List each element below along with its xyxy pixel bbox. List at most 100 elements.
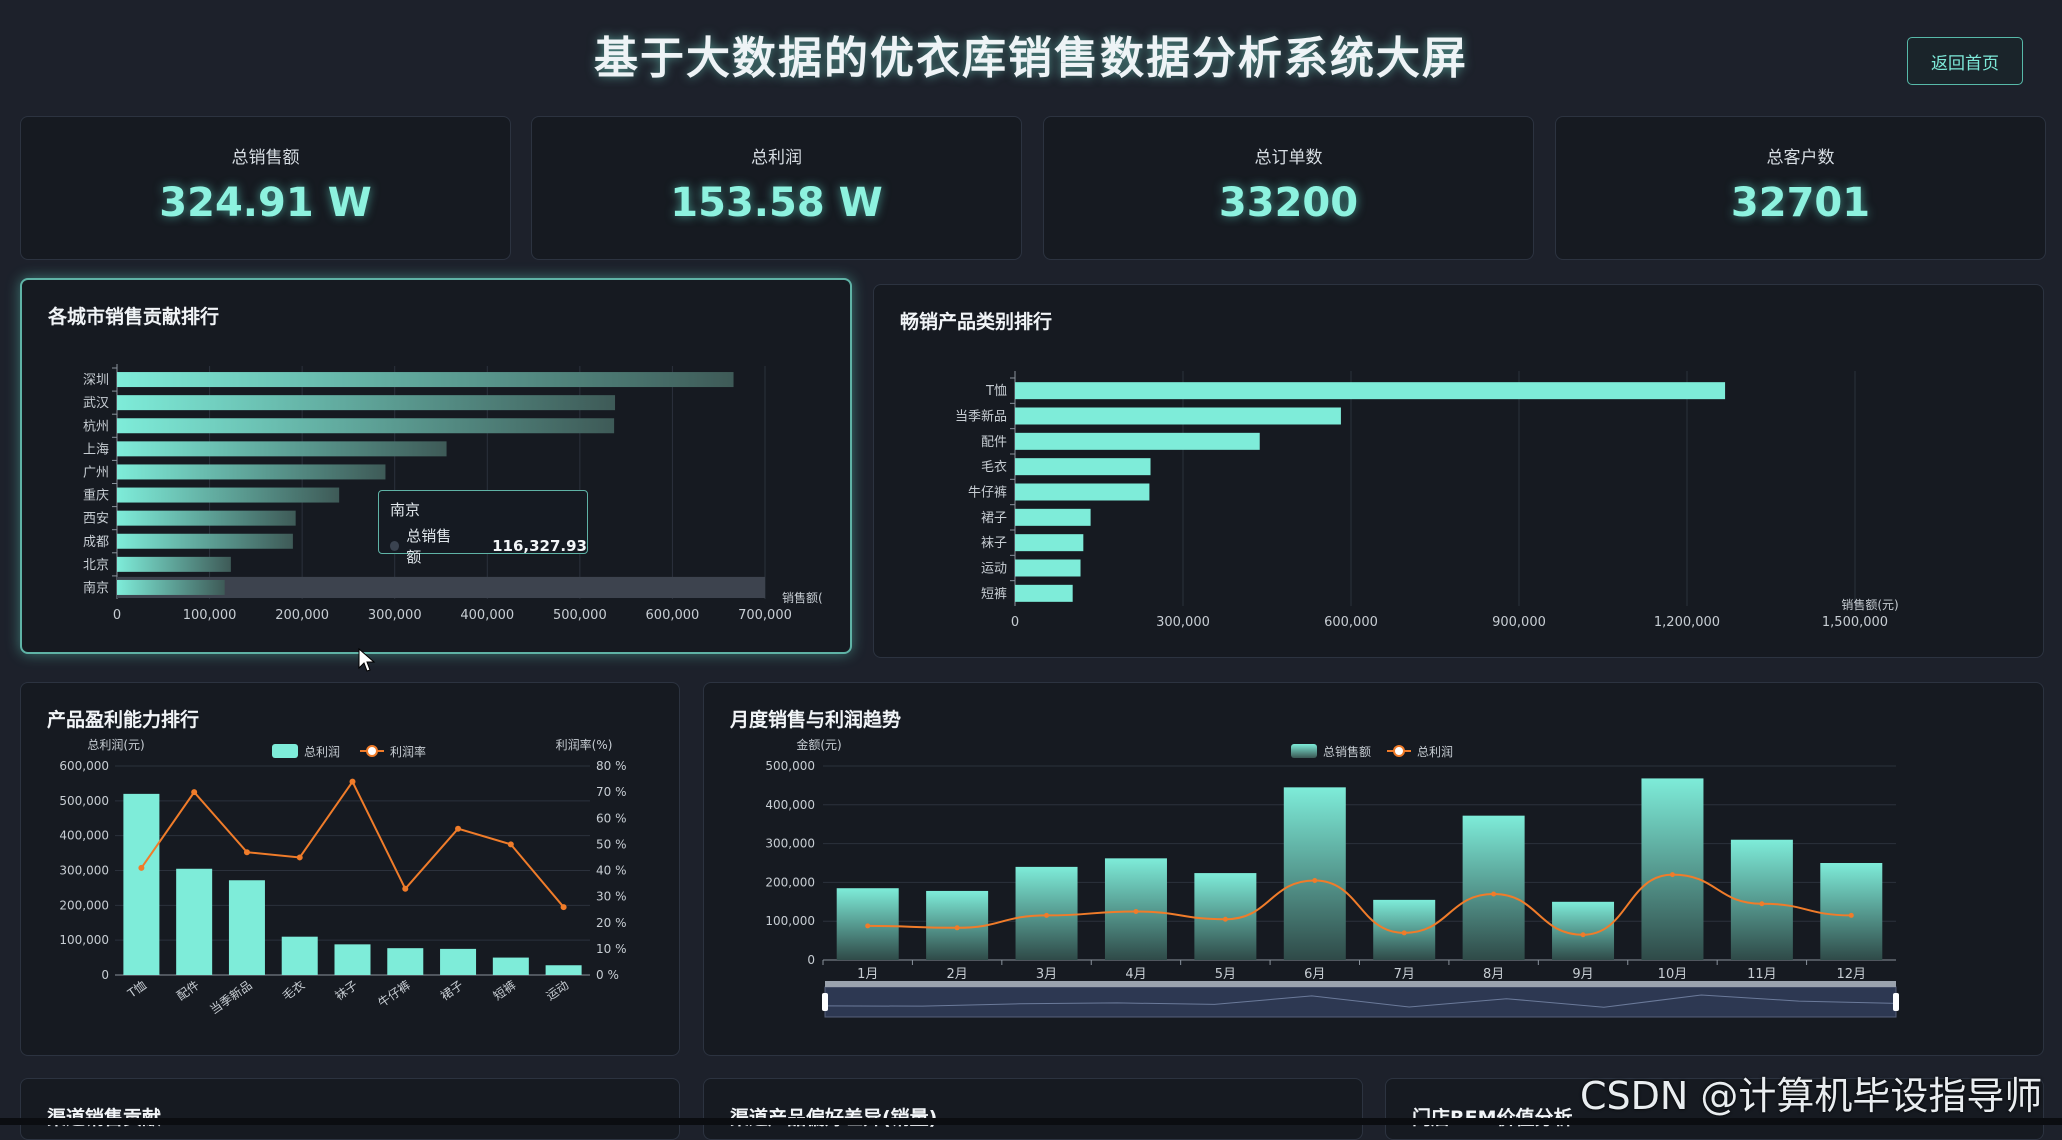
kpi-card-total-customers: 总客户数 32701: [1555, 116, 2046, 260]
profit-line: [867, 873, 1852, 936]
kpi-label: 总利润: [751, 148, 802, 168]
city-sales-chart[interactable]: 0 100,000 200,000 300,000 400,000 500,000 600,…: [20, 278, 848, 650]
y-tick-label: 配件: [981, 435, 1007, 450]
x-tick-label: T恤: [124, 978, 149, 1001]
y-tick-label: 600,000: [59, 759, 109, 773]
kpi-card-total-orders: 总订单数 33200: [1043, 116, 1534, 260]
y-tick-label: 杭州: [83, 419, 109, 434]
bar: [1283, 787, 1346, 960]
back-home-button[interactable]: 返回首页: [1907, 37, 2023, 85]
bar: [1015, 407, 1341, 425]
x-tick-label: 1月: [857, 967, 878, 982]
monthly-trend-chart[interactable]: 金额(元) 总销售额 总利润 500,000 400,000 300,000 200,000…: [703, 682, 2042, 1054]
zoom-slider-bar: [825, 981, 1896, 987]
y-tick-label: T恤: [985, 384, 1007, 399]
bar: [117, 487, 340, 503]
bar: [1820, 863, 1883, 960]
product-profit-chart[interactable]: 总利润(元) 利润率(%) 总利润 利润率 600,000 500,000 400,000 3…: [20, 682, 678, 1054]
bar: [123, 793, 160, 975]
bar: [228, 880, 265, 975]
x-tick-label: 200,000: [275, 608, 329, 623]
y-tick-label: 100,000: [765, 914, 815, 928]
y-tick-label-right: 0 %: [596, 968, 619, 982]
bar: [117, 579, 225, 595]
y-tick-label: 裙子: [981, 511, 1007, 526]
watermark: CSDN @计算机毕设指导师: [1580, 1074, 2043, 1118]
legend-marker: [366, 745, 378, 757]
zoom-handle-left[interactable]: [822, 993, 828, 1011]
x-tick-label: 300,000: [368, 608, 422, 623]
y-tick-label: 毛衣: [981, 459, 1007, 475]
kpi-value: 33200: [1218, 180, 1359, 226]
x-tick-label: 1,200,000: [1654, 615, 1720, 630]
line-point: [1222, 916, 1228, 922]
bar: [117, 441, 447, 457]
legend-label: 利润率: [390, 744, 426, 759]
y-tick-label-right: 30 %: [596, 890, 627, 904]
x-axis-label: 销售额(元): [1841, 597, 1898, 612]
y-tick-label: 广州: [83, 465, 109, 480]
category-sales-chart[interactable]: 0 300,000 600,000 900,000 1,200,000 1,500,000…: [873, 284, 2042, 656]
bar: [334, 944, 371, 975]
y-tick-label: 西安: [83, 512, 109, 527]
zoom-handle-right[interactable]: [1893, 993, 1899, 1011]
mouse-cursor-icon: [358, 648, 376, 672]
x-tick-label: 3月: [1036, 967, 1057, 982]
line-point: [954, 925, 960, 931]
panel-title: 渠道产品偏好差异(销量): [730, 1103, 937, 1130]
line-point: [1044, 912, 1050, 918]
bar: [117, 510, 296, 526]
bar: [545, 965, 582, 975]
line-point: [507, 841, 514, 848]
y-tick-label-right: 10 %: [596, 942, 627, 956]
bar: [1015, 559, 1081, 577]
bar: [492, 957, 529, 975]
y-tick-label: 武汉: [83, 396, 109, 411]
y-tick-label: 短裤: [981, 587, 1007, 602]
y-tick-label: 运动: [981, 562, 1007, 577]
x-tick-label: 毛衣: [279, 977, 307, 1003]
bar: [1015, 508, 1091, 526]
bar: [117, 372, 734, 388]
x-tick-label: 100,000: [183, 608, 237, 623]
x-tick-label: 10月: [1658, 967, 1688, 982]
kpi-value: 32701: [1730, 180, 1871, 226]
legend-marker: [1393, 745, 1405, 757]
y-tick-label-right: 70 %: [596, 785, 627, 799]
y-tick-label: 500,000: [59, 794, 109, 808]
line-point: [1491, 891, 1497, 897]
bar: [1462, 815, 1525, 960]
channel-sales-panel: 渠道销售贡献: [20, 1078, 680, 1140]
kpi-card-total-profit: 总利润 153.58 W: [531, 116, 1022, 260]
y-tick-label: 0: [101, 968, 109, 982]
kpi-value: 153.58 W: [670, 180, 883, 226]
channel-preference-panel: 渠道产品偏好差异(销量): [703, 1078, 1363, 1140]
y-tick-label: 上海: [83, 442, 109, 457]
y-tick-label: 当季新品: [955, 409, 1007, 425]
page-title: 基于大数据的优衣库销售数据分析系统大屏: [594, 33, 1468, 84]
x-tick-label: 7月: [1394, 967, 1415, 982]
bar: [1015, 534, 1084, 552]
x-tick-label: 11月: [1747, 967, 1777, 982]
x-tick-label: 牛仔裤: [375, 977, 413, 1010]
line-point: [138, 864, 145, 871]
y-tick-label: 成都: [83, 535, 109, 550]
kpi-label: 总客户数: [1766, 148, 1835, 168]
x-tick-label: 8月: [1483, 967, 1504, 982]
line-point: [1580, 932, 1586, 938]
bar: [1015, 458, 1151, 476]
bar: [117, 464, 386, 480]
line-point: [455, 825, 462, 832]
x-tick-label: 12月: [1837, 967, 1867, 982]
panel-title: 门店RFM价值分析: [1412, 1103, 1573, 1130]
bar: [1015, 382, 1726, 400]
bar: [1015, 432, 1260, 450]
y-tick-label: 300,000: [59, 864, 109, 878]
y-axis-label: 总利润(元): [87, 738, 144, 752]
bar: [117, 395, 616, 411]
legend-label: 总利润: [1417, 745, 1453, 759]
bar: [387, 948, 424, 975]
legend-label: 总销售额: [1323, 744, 1371, 759]
line-point: [1401, 930, 1407, 936]
y-tick-label: 400,000: [59, 829, 109, 843]
